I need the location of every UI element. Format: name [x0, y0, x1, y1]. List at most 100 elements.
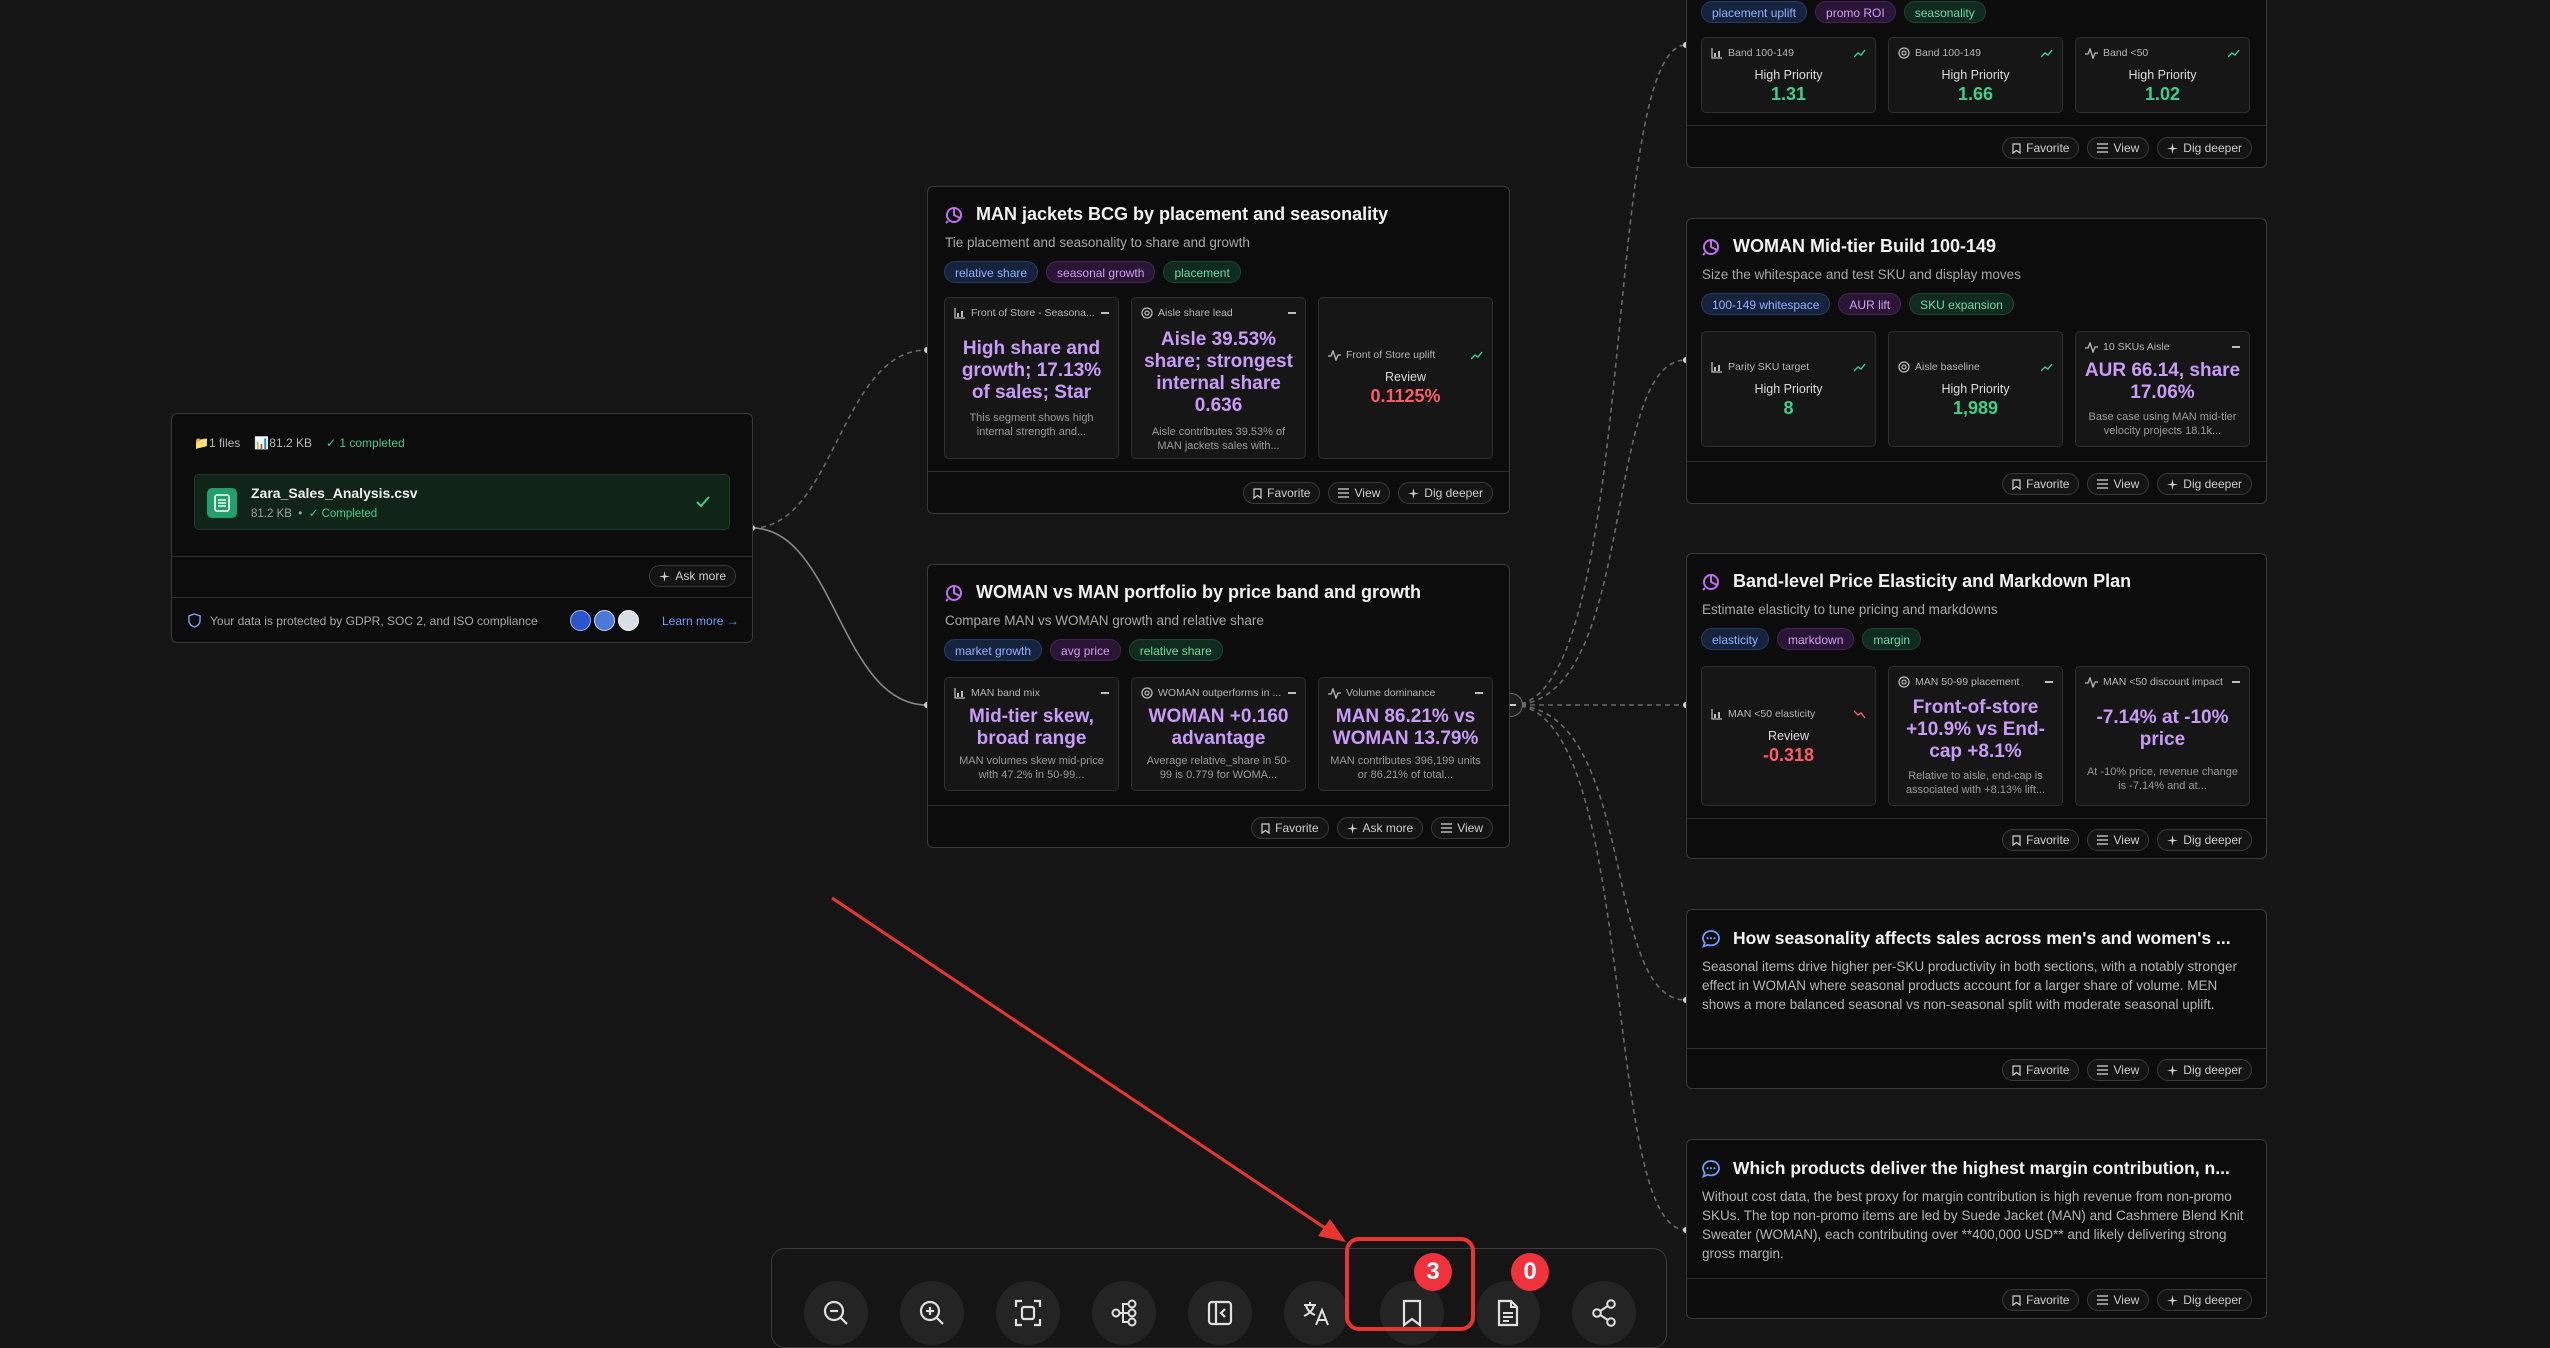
- card-title: Which products deliver the highest margi…: [1701, 1158, 2230, 1179]
- metric-tile[interactable]: Aisle baseline High Priority 1,989: [1888, 331, 2063, 447]
- dig-deeper-button[interactable]: Dig deeper: [2157, 137, 2252, 159]
- chat-icon: [1701, 929, 1720, 948]
- metric-tile[interactable]: WOMAN outperforms in ... WOMAN +0.160 ad…: [1131, 677, 1306, 791]
- tag: market growth: [944, 639, 1043, 661]
- placement-card: placement uplift promo ROI seasonality B…: [1686, 0, 2267, 168]
- collapse-panel-icon: [1207, 1300, 1233, 1326]
- sparkle-icon: [659, 570, 671, 582]
- dig-deeper-button[interactable]: Dig deeper: [2157, 1289, 2252, 1311]
- analysis-icon: [1702, 573, 1719, 591]
- view-button[interactable]: View: [2087, 473, 2150, 495]
- file-row[interactable]: Zara_Sales_Analysis.csv 81.2 KB • ✓ Comp…: [194, 474, 730, 530]
- card-subtitle: Size the whitespace and test SKU and dis…: [1702, 267, 2021, 282]
- reports-count-badge: 0: [1511, 1253, 1549, 1291]
- tree-layout-button[interactable]: [1092, 1281, 1156, 1345]
- zoom-out-icon: [823, 1300, 848, 1325]
- target-icon: [1898, 361, 1910, 373]
- zoom-out-button[interactable]: [804, 1281, 868, 1345]
- activity-icon: [1328, 687, 1341, 699]
- file-meta: 81.2 KB • ✓ Completed: [251, 508, 378, 520]
- dig-deeper-button[interactable]: Dig deeper: [2157, 1059, 2252, 1081]
- trend-up-icon: [1471, 351, 1483, 359]
- favorite-button[interactable]: Favorite: [2002, 1059, 2080, 1081]
- dig-deeper-button[interactable]: Dig deeper: [2157, 473, 2252, 495]
- share-button[interactable]: [1572, 1281, 1636, 1345]
- view-button[interactable]: View: [2087, 829, 2150, 851]
- completed-count: ✓ 1 completed: [325, 436, 405, 450]
- view-button[interactable]: View: [1328, 482, 1391, 504]
- ask-more-button[interactable]: Ask more: [649, 565, 736, 587]
- chat-icon: [1701, 1159, 1720, 1178]
- answer-text: Seasonal items drive higher per-SKU prod…: [1702, 959, 2238, 1012]
- sparkle-icon: [2167, 834, 2179, 846]
- list-icon: [2097, 835, 2109, 845]
- trend-up-icon: [2041, 363, 2053, 371]
- fit-screen-icon: [1014, 1299, 1042, 1327]
- metric-tile[interactable]: 10 SKUs Aisle AUR 66.14, share 17.06% Ba…: [2075, 331, 2250, 447]
- analysis-icon: [1702, 238, 1719, 256]
- metric-tile[interactable]: MAN 50-99 placement Front-of-store +10.9…: [1888, 666, 2063, 806]
- target-icon: [1141, 687, 1153, 699]
- shield-icon: [188, 613, 201, 628]
- card-title: Band-level Price Elasticity and Markdown…: [1701, 571, 2131, 592]
- metric-tile[interactable]: Volume dominance MAN 86.21% vs WOMAN 13.…: [1318, 677, 1493, 791]
- tag: elasticity: [1701, 628, 1770, 650]
- list-icon: [2097, 143, 2109, 153]
- gdpr-badge-icon: [570, 610, 591, 631]
- metric-tile[interactable]: MAN <50 elasticity Review -0.318: [1701, 666, 1876, 806]
- translate-icon: [1303, 1302, 1329, 1326]
- metric-tile[interactable]: Front of Store uplift Review 0.1125%: [1318, 297, 1493, 459]
- bookmark-icon: [2012, 834, 2021, 846]
- ask-more-button[interactable]: Ask more: [1336, 817, 1424, 839]
- favorite-button[interactable]: Favorite: [2002, 137, 2080, 159]
- metric-tile[interactable]: Aisle share lead Aisle 39.53% share; str…: [1131, 297, 1306, 459]
- favorite-button[interactable]: Favorite: [1251, 817, 1329, 839]
- trend-up-icon: [1854, 363, 1866, 371]
- trend-up-icon: [1854, 49, 1866, 57]
- tag: SKU expansion: [1909, 293, 2014, 315]
- tag: 100-149 whitespace: [1701, 293, 1831, 315]
- favorite-button[interactable]: Favorite: [2002, 829, 2080, 851]
- translate-button[interactable]: [1284, 1281, 1348, 1345]
- metric-tile[interactable]: Band 100-149 High Priority 1.31: [1701, 37, 1876, 113]
- bar-chart-icon: [1711, 47, 1722, 59]
- target-icon: [1898, 47, 1910, 59]
- tag: markdown: [1777, 628, 1855, 650]
- sparkle-icon: [1346, 822, 1358, 834]
- tree-layout-icon: [1111, 1299, 1137, 1327]
- metric-tile[interactable]: Band <50 High Priority 1.02: [2075, 37, 2250, 113]
- metric-tile[interactable]: MAN band mix Mid-tier skew, broad range …: [944, 677, 1119, 791]
- card-subtitle: Tie placement and seasonality to share a…: [945, 235, 1250, 250]
- annotation-arrow: [831, 896, 1335, 1236]
- list-icon: [1441, 823, 1453, 833]
- favorite-button[interactable]: Favorite: [1243, 482, 1321, 504]
- dig-deeper-button[interactable]: Dig deeper: [2157, 829, 2252, 851]
- view-button[interactable]: View: [2087, 1289, 2150, 1311]
- zoom-in-icon: [919, 1300, 944, 1325]
- tag: margin: [1862, 628, 1922, 650]
- favorite-button[interactable]: Favorite: [2002, 473, 2080, 495]
- favorite-button[interactable]: Favorite: [2002, 1289, 2080, 1311]
- collapse-panel-button[interactable]: [1188, 1281, 1252, 1345]
- activity-icon: [2085, 47, 2098, 59]
- card-title: How seasonality affects sales across men…: [1701, 928, 2231, 949]
- dig-deeper-button[interactable]: Dig deeper: [1398, 482, 1493, 504]
- zoom-in-button[interactable]: [900, 1281, 964, 1345]
- target-icon: [1898, 676, 1910, 688]
- card-subtitle: Compare MAN vs WOMAN growth and relative…: [945, 613, 1264, 628]
- metric-tile[interactable]: MAN <50 discount impact -7.14% at -10% p…: [2075, 666, 2250, 806]
- analysis-icon: [945, 584, 962, 602]
- metric-tile[interactable]: Front of Store - Seasona... High share a…: [944, 297, 1119, 459]
- report-icon: [1497, 1299, 1519, 1327]
- view-button[interactable]: View: [1431, 817, 1493, 839]
- learn-more-link[interactable]: Learn more →: [662, 614, 739, 628]
- view-button[interactable]: View: [2087, 1059, 2150, 1081]
- canvas-toolbar: 3 0: [771, 1248, 1667, 1348]
- analysis-icon: [945, 206, 962, 224]
- tag: avg price: [1050, 639, 1121, 661]
- view-button[interactable]: View: [2087, 137, 2150, 159]
- metric-tile[interactable]: Parity SKU target High Priority 8: [1701, 331, 1876, 447]
- fit-screen-button[interactable]: [996, 1281, 1060, 1345]
- seasonality-card: How seasonality affects sales across men…: [1686, 909, 2267, 1089]
- metric-tile[interactable]: Band 100-149 High Priority 1.66: [1888, 37, 2063, 113]
